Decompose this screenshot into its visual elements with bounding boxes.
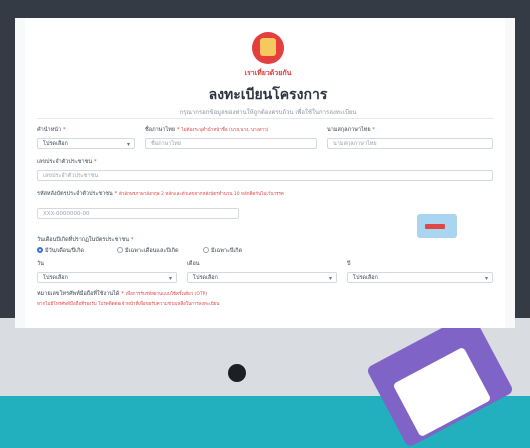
month-select[interactable]: โปรดเลือก [187,272,337,283]
id-card-stripe [425,224,445,229]
registration-card: เราเที่ยวด้วยกัน ลงทะเบียนโครงการ กรุณาก… [25,18,505,328]
divider [37,118,493,119]
logo-text: เราเที่ยวด้วยกัน [244,69,292,77]
laser-code-label: รหัสหลังบัตรประจำตัวประชาชน * ตัวอักษรภา… [37,191,284,197]
day-label: วัน [37,261,44,267]
radio-off-icon [117,247,123,253]
radio-off-icon [203,247,209,253]
first-name-field[interactable]: ชื่อภาษาไทย [145,138,317,149]
logo-mark [260,38,276,56]
phone-label: หมายเลขโทรศัพท์มือถือที่ใช้งานได้ * เพื่… [37,291,208,297]
prefix-label: คำนำหน้า * [37,127,66,133]
first-name-label: ชื่อภาษาไทย * ไม่ต้องระบุคำนำหน้าชื่อ (น… [145,127,269,133]
id-number-field[interactable]: เลขประจำตัวประชาชน [37,170,493,181]
radio-month-year[interactable]: มีเฉพาะเดือนและปีเกิด [117,247,179,255]
page-subtitle: กรุณากรอกข้อมูลของท่านให้ถูกต้องครบถ้วน … [179,109,357,116]
radio-on-icon [37,247,43,253]
monitor-frame: เราเที่ยวด้วยกัน ลงทะเบียนโครงการ กรุณาก… [0,0,530,448]
power-button-icon [228,364,246,382]
year-label: ปี [347,261,351,267]
laser-code-field[interactable]: XXX-0000000-00 [37,208,239,219]
last-name-field[interactable]: นามสกุลภาษาไทย [327,138,493,149]
year-select[interactable]: โปรดเลือก [347,272,493,283]
id-number-label: เลขประจำตัวประชาชน * [37,159,97,165]
birthdate-label: วันเดือนปีเกิดที่ปรากฏในบัตรประชาชน * [37,237,134,243]
month-label: เดือน [187,261,200,267]
phone-note: หากไม่มีโทรศัพท์มือถือที่รองรับ โปรดติดต… [37,302,220,307]
radio-full-date[interactable]: มีวัน/เดือน/ปีเกิด [37,247,84,255]
page-title: ลงทะเบียนโครงการ [208,87,328,103]
last-name-label: นามสกุลภาษาไทย * [327,127,376,133]
prefix-select[interactable]: โปรดเลือก [37,138,135,149]
screen: เราเที่ยวด้วยกัน ลงทะเบียนโครงการ กรุณาก… [15,18,515,328]
day-select[interactable]: โปรดเลือก [37,272,177,283]
radio-year-only[interactable]: มีเฉพาะปีเกิด [203,247,242,255]
